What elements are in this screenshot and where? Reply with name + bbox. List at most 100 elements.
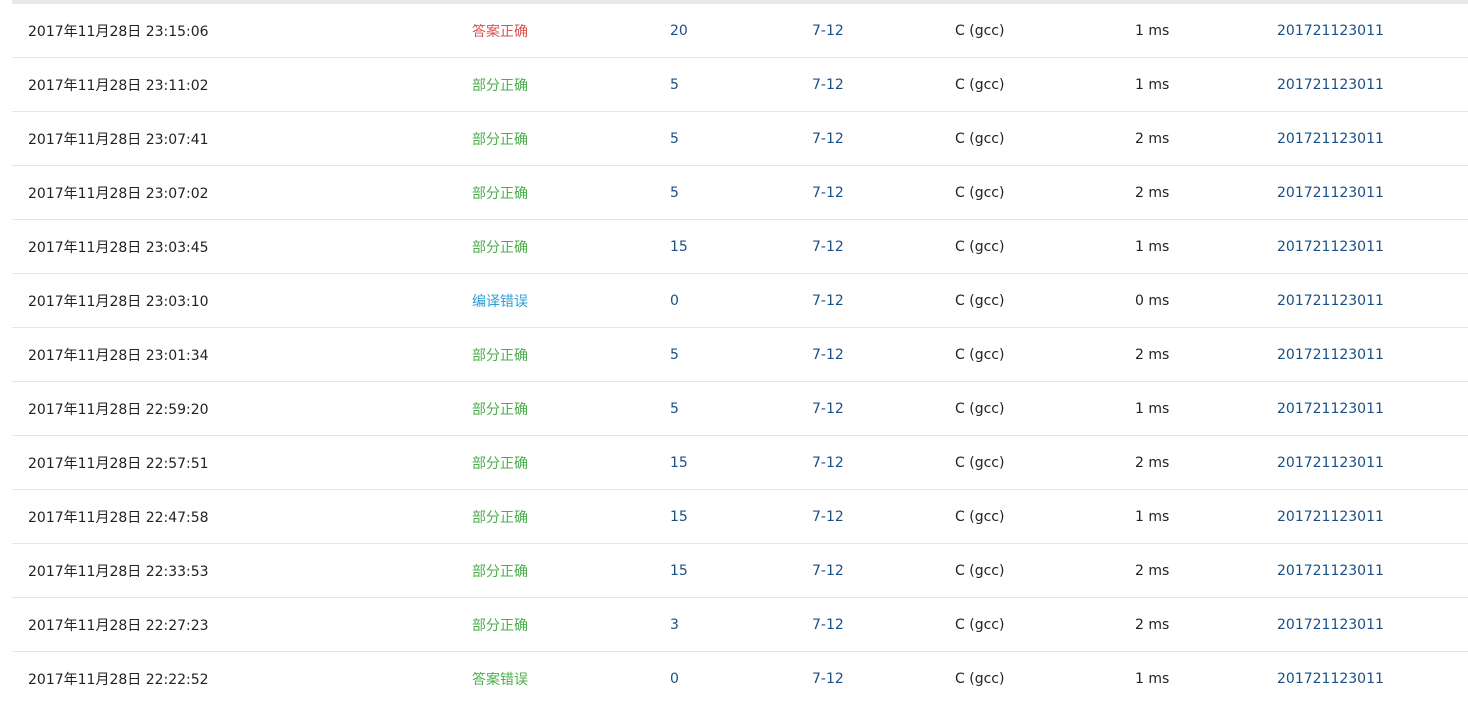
user-link[interactable]: 201721123011: [1277, 131, 1384, 147]
submission-status[interactable]: 部分正确: [472, 132, 528, 148]
problem-link[interactable]: 7-12: [812, 401, 844, 417]
problem-link-cell: 7-12: [812, 543, 955, 598]
table-row: 2017年11月28日 22:47:58 部分正确 15 7-12 C (gcc) 1 m…: [12, 489, 1468, 544]
user-link[interactable]: 201721123011: [1277, 77, 1384, 93]
user-link-cell: 201721123011: [1277, 489, 1468, 544]
submission-time-cell: 2017年11月28日 22:27:23: [12, 597, 472, 652]
run-time-cell: 2 ms: [1135, 111, 1277, 166]
user-link[interactable]: 201721123011: [1277, 239, 1384, 255]
submission-score[interactable]: 0: [670, 671, 679, 687]
submission-score[interactable]: 15: [670, 563, 688, 579]
problem-link[interactable]: 7-12: [812, 77, 844, 93]
submission-score[interactable]: 5: [670, 185, 679, 201]
user-link[interactable]: 201721123011: [1277, 671, 1384, 687]
user-link[interactable]: 201721123011: [1277, 617, 1384, 633]
submission-status[interactable]: 答案正确: [472, 24, 528, 40]
submission-status[interactable]: 答案错误: [472, 672, 528, 688]
problem-link[interactable]: 7-12: [812, 617, 844, 633]
problem-link[interactable]: 7-12: [812, 131, 844, 147]
submission-score-cell: 5: [670, 57, 812, 112]
submission-score[interactable]: 3: [670, 617, 679, 633]
submission-time: 2017年11月28日 22:59:20: [28, 401, 209, 418]
run-time: 2 ms: [1135, 130, 1170, 147]
submission-score[interactable]: 5: [670, 77, 679, 93]
user-link[interactable]: 201721123011: [1277, 455, 1384, 471]
table-row: 2017年11月28日 23:11:02 部分正确 5 7-12 C (gcc) 1 ms…: [12, 57, 1468, 112]
submission-status[interactable]: 部分正确: [472, 564, 528, 580]
table-row: 2017年11月28日 22:59:20 部分正确 5 7-12 C (gcc) 1 ms…: [12, 381, 1468, 436]
submission-score[interactable]: 5: [670, 347, 679, 363]
user-link-cell: 201721123011: [1277, 165, 1468, 220]
run-time-cell: 1 ms: [1135, 4, 1277, 58]
submission-score-cell: 3: [670, 597, 812, 652]
submission-time-cell: 2017年11月28日 22:33:53: [12, 543, 472, 598]
problem-link[interactable]: 7-12: [812, 509, 844, 525]
submission-status[interactable]: 部分正确: [472, 186, 528, 202]
submission-score[interactable]: 5: [670, 401, 679, 417]
user-link-cell: 201721123011: [1277, 543, 1468, 598]
table-row: 2017年11月28日 23:03:10 编译错误 0 7-12 C (gcc) 0 ms…: [12, 273, 1468, 328]
problem-link[interactable]: 7-12: [812, 671, 844, 687]
submission-status[interactable]: 部分正确: [472, 402, 528, 418]
user-link-cell: 201721123011: [1277, 111, 1468, 166]
submission-score-cell: 5: [670, 381, 812, 436]
user-link[interactable]: 201721123011: [1277, 347, 1384, 363]
submission-score[interactable]: 20: [670, 23, 688, 39]
compiler-cell: C (gcc): [955, 4, 1135, 58]
user-link-cell: 201721123011: [1277, 57, 1468, 112]
run-time: 1 ms: [1135, 670, 1170, 687]
problem-link[interactable]: 7-12: [812, 23, 844, 39]
problem-link[interactable]: 7-12: [812, 455, 844, 471]
compiler: C (gcc): [955, 454, 1005, 471]
submission-time: 2017年11月28日 22:22:52: [28, 671, 209, 688]
problem-link[interactable]: 7-12: [812, 347, 844, 363]
problem-link[interactable]: 7-12: [812, 185, 844, 201]
user-link-cell: 201721123011: [1277, 435, 1468, 490]
submission-status[interactable]: 部分正确: [472, 348, 528, 364]
run-time-cell: 1 ms: [1135, 381, 1277, 436]
compiler-cell: C (gcc): [955, 652, 1135, 706]
run-time-cell: 2 ms: [1135, 165, 1277, 220]
submission-status[interactable]: 部分正确: [472, 456, 528, 472]
submission-score[interactable]: 15: [670, 455, 688, 471]
problem-link[interactable]: 7-12: [812, 563, 844, 579]
user-link[interactable]: 201721123011: [1277, 23, 1384, 39]
submission-time-cell: 2017年11月28日 23:07:41: [12, 111, 472, 166]
submission-status-cell: 答案正确: [472, 4, 670, 58]
submission-score[interactable]: 15: [670, 509, 688, 525]
table-row: 2017年11月28日 22:33:53 部分正确 15 7-12 C (gcc) 2 m…: [12, 543, 1468, 598]
submission-score-cell: 0: [670, 273, 812, 328]
run-time-cell: 0 ms: [1135, 273, 1277, 328]
submission-status[interactable]: 部分正确: [472, 78, 528, 94]
compiler-cell: C (gcc): [955, 435, 1135, 490]
submission-score[interactable]: 15: [670, 239, 688, 255]
run-time: 1 ms: [1135, 76, 1170, 93]
run-time: 2 ms: [1135, 616, 1170, 633]
run-time: 0 ms: [1135, 292, 1170, 309]
submission-time: 2017年11月28日 22:57:51: [28, 455, 209, 472]
problem-link-cell: 7-12: [812, 327, 955, 382]
submission-time: 2017年11月28日 23:03:45: [28, 239, 209, 256]
submissions-table-body: 2017年11月28日 23:15:06 答案正确 20 7-12 C (gcc) 1 m…: [12, 4, 1468, 705]
submission-status[interactable]: 部分正确: [472, 510, 528, 526]
submission-score[interactable]: 0: [670, 293, 679, 309]
problem-link-cell: 7-12: [812, 165, 955, 220]
submission-status[interactable]: 部分正确: [472, 240, 528, 256]
submission-time: 2017年11月28日 23:11:02: [28, 77, 209, 94]
submission-status[interactable]: 编译错误: [472, 294, 528, 310]
compiler: C (gcc): [955, 184, 1005, 201]
submission-time-cell: 2017年11月28日 23:03:10: [12, 273, 472, 328]
problem-link[interactable]: 7-12: [812, 293, 844, 309]
user-link[interactable]: 201721123011: [1277, 509, 1384, 525]
user-link[interactable]: 201721123011: [1277, 185, 1384, 201]
submission-score-cell: 15: [670, 489, 812, 544]
user-link[interactable]: 201721123011: [1277, 563, 1384, 579]
user-link[interactable]: 201721123011: [1277, 401, 1384, 417]
user-link[interactable]: 201721123011: [1277, 293, 1384, 309]
submission-status-cell: 部分正确: [472, 597, 670, 652]
submission-score[interactable]: 5: [670, 131, 679, 147]
submission-time-cell: 2017年11月28日 23:11:02: [12, 57, 472, 112]
problem-link-cell: 7-12: [812, 435, 955, 490]
submission-status[interactable]: 部分正确: [472, 618, 528, 634]
problem-link[interactable]: 7-12: [812, 239, 844, 255]
